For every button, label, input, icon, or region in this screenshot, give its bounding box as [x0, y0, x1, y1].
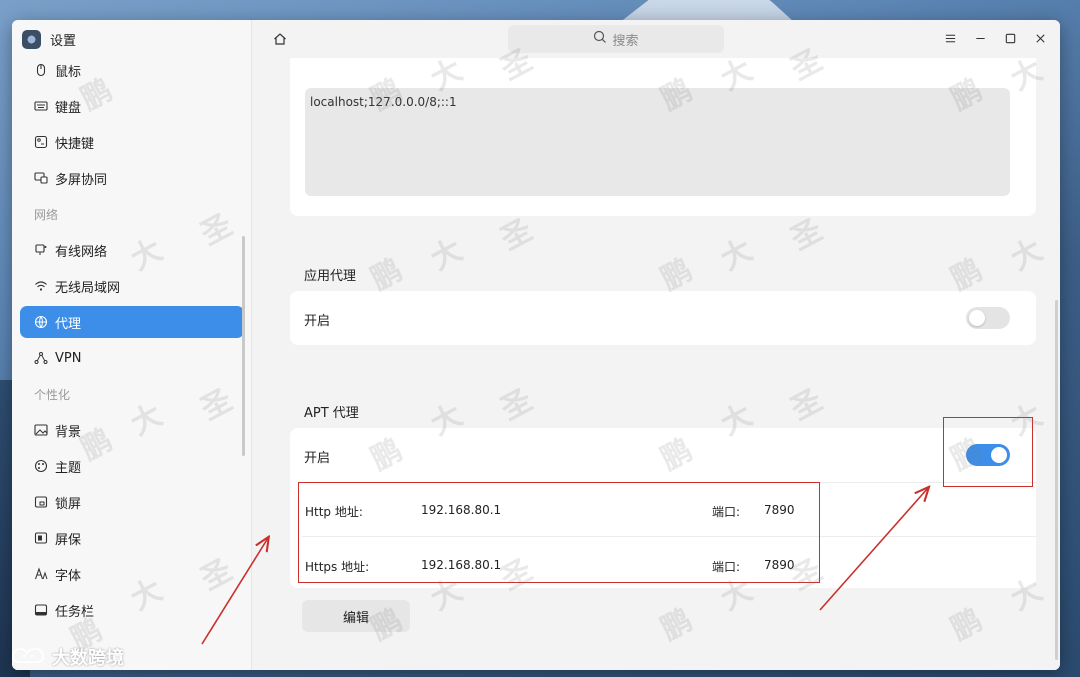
sidebar-item-label: 背景 [55, 424, 82, 440]
sidebar-item-background[interactable]: 背景 [20, 414, 244, 446]
menu-icon[interactable] [941, 29, 959, 47]
wired-network-icon [34, 243, 48, 257]
mouse-icon [34, 63, 48, 77]
sidebar-scrollbar[interactable] [242, 236, 245, 456]
sidebar-item-label: VPN [55, 350, 82, 366]
background-icon [34, 423, 48, 437]
sidebar-item-shortcuts[interactable]: 快捷键 [20, 126, 244, 158]
home-icon[interactable] [272, 31, 288, 47]
app-proxy-title: 应用代理 [304, 269, 357, 284]
app-title: 设置 [50, 34, 77, 49]
minimize-icon[interactable] [971, 29, 989, 47]
sidebar-item-label: 主题 [55, 460, 82, 476]
lockscreen-icon [34, 495, 48, 509]
proxy-icon [34, 315, 48, 329]
sidebar-item-mouse[interactable]: 鼠标 [20, 54, 244, 86]
close-icon[interactable] [1031, 29, 1049, 47]
search-box[interactable]: 搜索 [508, 25, 724, 53]
sidebar-item-label: 快捷键 [55, 136, 95, 152]
section-personalization: 个性化 [34, 387, 71, 402]
sidebar-item-theme[interactable]: 主题 [20, 450, 244, 482]
sidebar-item-label: 屏保 [55, 532, 82, 548]
taskbar-icon [34, 603, 48, 617]
sidebar-item-screensaver[interactable]: 屏保 [20, 522, 244, 554]
sidebar-item-label: 键盘 [55, 100, 82, 116]
section-network: 网络 [34, 207, 59, 222]
apt-proxy-title: APT 代理 [304, 406, 359, 421]
sidebar-item-label: 字体 [55, 568, 82, 584]
screensaver-icon [34, 531, 48, 545]
watermark-logo-icon [10, 645, 46, 670]
sidebar-item-wifi[interactable]: 无线局域网 [20, 270, 244, 302]
search-icon [593, 30, 607, 48]
sidebar-item-label: 代理 [55, 316, 82, 332]
sidebar-item-label: 有线网络 [55, 244, 108, 260]
sidebar-item-label: 鼠标 [55, 64, 82, 80]
sidebar-item-label: 锁屏 [55, 496, 82, 512]
search-placeholder: 搜索 [612, 33, 639, 49]
watermark-text: 大数跨境 [52, 648, 124, 669]
multiscreen-icon [34, 171, 48, 185]
sidebar-item-lockscreen[interactable]: 锁屏 [20, 486, 244, 518]
font-icon [34, 567, 48, 581]
sidebar-item-multiscreen[interactable]: 多屏协同 [20, 162, 244, 194]
sidebar-item-label: 多屏协同 [55, 172, 108, 188]
sidebar-item-vpn[interactable]: VPN [20, 342, 244, 374]
annotation-box-toggle [943, 417, 1033, 487]
sidebar-item-label: 任务栏 [55, 604, 95, 620]
edit-button[interactable]: 编辑 [302, 600, 410, 632]
sidebar-nav: 鼠标 键盘 快捷键 多屏协同 网络 有线网络 无线局域网 代理 VPN 个性化 … [20, 54, 244, 630]
keyboard-icon [34, 99, 48, 113]
main-scrollbar[interactable] [1055, 300, 1058, 660]
apt-proxy-toggle-label: 开启 [304, 451, 331, 466]
sidebar-item-font[interactable]: 字体 [20, 558, 244, 590]
sidebar-item-label: 无线局域网 [55, 280, 121, 296]
sidebar-item-taskbar[interactable]: 任务栏 [20, 594, 244, 626]
app-proxy-toggle-label: 开启 [304, 314, 331, 329]
sidebar-item-wired[interactable]: 有线网络 [20, 234, 244, 266]
ignore-hosts-card: localhost;127.0.0.0/8;::1 [290, 58, 1036, 216]
app-proxy-card: 开启 [290, 291, 1036, 345]
ignore-hosts-input[interactable]: localhost;127.0.0.0/8;::1 [305, 88, 1010, 196]
sidebar-item-keyboard[interactable]: 键盘 [20, 90, 244, 122]
bottom-watermark: 大数跨境 [10, 644, 124, 670]
shortcut-icon [34, 135, 48, 149]
theme-icon [34, 459, 48, 473]
sidebar-item-proxy[interactable]: 代理 [20, 306, 244, 338]
wifi-icon [34, 279, 48, 293]
maximize-icon[interactable] [1001, 29, 1019, 47]
sidebar: 设置 鼠标 键盘 快捷键 多屏协同 网络 有线网络 无线局域网 代理 VPN 个… [12, 20, 252, 670]
settings-app-icon [22, 30, 41, 49]
vpn-icon [34, 351, 48, 365]
titlebar: 搜索 [252, 20, 1060, 58]
app-proxy-toggle[interactable] [966, 307, 1010, 329]
annotation-box-addresses [298, 482, 820, 583]
app-header: 设置 [22, 30, 76, 49]
